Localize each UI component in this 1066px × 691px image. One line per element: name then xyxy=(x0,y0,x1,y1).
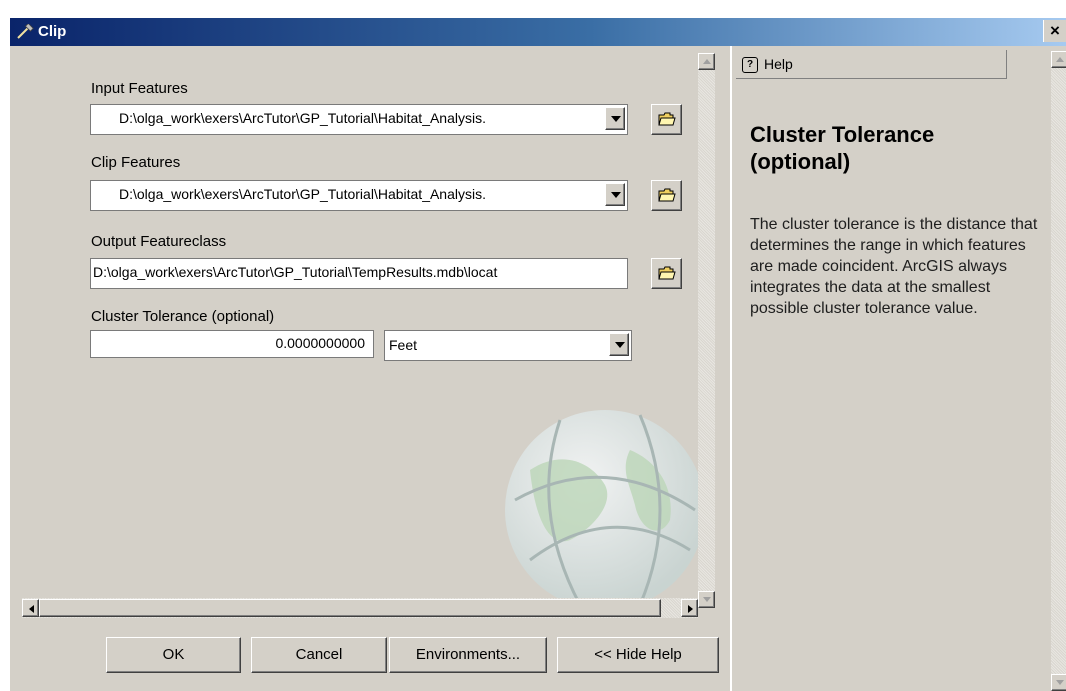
help-heading: Cluster Tolerance (optional) xyxy=(750,122,935,174)
help-tab-label: Help xyxy=(764,56,793,72)
input-features-combo[interactable]: D:\olga_work\exers\ArcTutor\GP_Tutorial\… xyxy=(90,104,628,135)
help-scroll-down-button[interactable] xyxy=(1051,674,1066,691)
clip-features-browse-button[interactable] xyxy=(651,180,682,211)
horizontal-scroll-thumb[interactable] xyxy=(39,599,661,617)
scroll-up-button[interactable] xyxy=(698,53,715,70)
cluster-tolerance-value: 0.0000000000 xyxy=(275,335,365,351)
input-features-dropdown-button[interactable] xyxy=(605,107,625,130)
chevron-down-icon xyxy=(611,116,621,122)
close-button[interactable]: × xyxy=(1043,20,1066,42)
cluster-tolerance-unit-dropdown-button[interactable] xyxy=(609,333,629,356)
help-scroll-up-button[interactable] xyxy=(1051,51,1066,68)
chevron-left-icon xyxy=(29,605,34,613)
chevron-down-icon xyxy=(611,192,621,198)
window-title: Clip xyxy=(38,23,67,40)
scroll-left-button[interactable] xyxy=(22,599,39,617)
input-features-browse-button[interactable] xyxy=(651,104,682,135)
cluster-tolerance-unit-value: Feet xyxy=(389,337,418,353)
cluster-tolerance-input[interactable]: 0.0000000000 xyxy=(90,330,374,358)
close-icon: × xyxy=(1050,21,1060,40)
output-featureclass-label: Output Featureclass xyxy=(91,233,227,250)
hide-help-button[interactable]: << Hide Help xyxy=(557,637,719,673)
help-panel: ? Help Cluster Tolerance (optional) The c… xyxy=(730,46,1066,691)
ok-button[interactable]: OK xyxy=(106,637,241,673)
clip-features-label: Clip Features xyxy=(91,154,181,171)
clip-features-value: D:\olga_work\exers\ArcTutor\GP_Tutorial\… xyxy=(119,186,486,202)
horizontal-scrollbar[interactable] xyxy=(22,598,698,618)
vertical-scrollbar[interactable] xyxy=(698,53,715,608)
help-icon: ? xyxy=(742,57,758,74)
scroll-down-button[interactable] xyxy=(698,591,715,608)
chevron-up-icon xyxy=(703,59,711,64)
chevron-up-icon xyxy=(1056,57,1064,62)
scroll-right-button[interactable] xyxy=(681,599,698,617)
globe-watermark-icon xyxy=(505,410,700,605)
title-bar[interactable]: Clip × xyxy=(10,18,1066,46)
environments-button[interactable]: Environments... xyxy=(389,637,547,673)
input-features-label: Input Features xyxy=(91,80,188,97)
help-tab[interactable]: ? Help xyxy=(736,50,1007,79)
chevron-down-icon xyxy=(703,597,711,602)
help-body-text: The cluster tolerance is the distance th… xyxy=(750,216,1038,317)
output-featureclass-value: D:\olga_work\exers\ArcTutor\GP_Tutorial\… xyxy=(93,264,498,280)
output-featureclass-input[interactable]: D:\olga_work\exers\ArcTutor\GP_Tutorial\… xyxy=(90,258,628,289)
input-features-value: D:\olga_work\exers\ArcTutor\GP_Tutorial\… xyxy=(119,110,486,126)
clip-dialog-window: Clip × Input Features D:\olga_work\exers… xyxy=(10,18,1066,691)
open-folder-icon xyxy=(658,266,676,280)
cluster-tolerance-label: Cluster Tolerance (optional) xyxy=(91,308,275,325)
chevron-down-icon xyxy=(1056,680,1064,685)
output-featureclass-browse-button[interactable] xyxy=(651,258,682,289)
help-vertical-scrollbar[interactable] xyxy=(1051,51,1066,691)
chevron-right-icon xyxy=(688,605,693,613)
hammer-icon xyxy=(16,22,34,40)
cluster-tolerance-unit-combo[interactable]: Feet xyxy=(384,330,632,361)
cancel-button[interactable]: Cancel xyxy=(251,637,387,673)
open-folder-icon xyxy=(658,188,676,202)
open-folder-icon xyxy=(658,112,676,126)
clip-features-dropdown-button[interactable] xyxy=(605,183,625,206)
clip-features-combo[interactable]: D:\olga_work\exers\ArcTutor\GP_Tutorial\… xyxy=(90,180,628,211)
chevron-down-icon xyxy=(615,342,625,348)
